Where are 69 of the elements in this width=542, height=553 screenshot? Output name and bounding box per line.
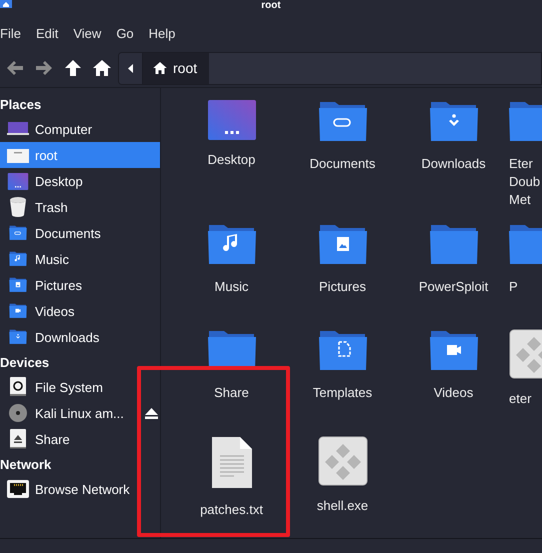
window-title: root (261, 0, 281, 11)
home-icon (92, 60, 110, 76)
disc-icon (9, 404, 27, 422)
menu-item[interactable]: Help (148, 26, 182, 40)
file-name: Documents (310, 155, 376, 173)
download-folder-icon (430, 100, 478, 144)
music-folder-icon (7, 251, 29, 267)
file-name: Templates (312, 384, 372, 402)
paperclip-folder-icon (7, 225, 29, 241)
download-folder-icon (7, 329, 29, 345)
menu-item[interactable]: View (73, 26, 108, 40)
home-icon (153, 62, 167, 74)
file-name: Pictures (319, 278, 366, 296)
network-port-icon (7, 480, 29, 498)
caret-left-icon (128, 64, 133, 72)
eject-icon[interactable] (145, 408, 158, 419)
sidebar-heading: Places (0, 96, 42, 114)
left-arrow-icon (6, 61, 22, 75)
folder-icon (430, 222, 478, 266)
path-back-button[interactable] (119, 52, 143, 84)
picture-folder-icon (7, 277, 29, 293)
file-name: eter (509, 390, 532, 408)
trash-icon (10, 197, 26, 217)
desktop-icon (208, 100, 256, 140)
picture-folder-icon (318, 222, 366, 266)
file-name: Downloads (421, 155, 486, 173)
sidebar-item[interactable]: Pictures (0, 272, 160, 298)
sidebar-item[interactable]: Computer (0, 116, 160, 142)
sidebar-heading: Devices (0, 354, 50, 372)
sidebar-item[interactable]: Trash (0, 194, 160, 220)
desktop-icon (7, 172, 29, 190)
sidebar-item[interactable]: Browse Network (0, 476, 160, 502)
file-name: P (509, 278, 518, 296)
home-folder-icon (0, 0, 12, 8)
menu-item[interactable]: File (0, 26, 28, 40)
sidebar-item[interactable]: File System (0, 374, 160, 400)
up-arrow-icon (64, 60, 80, 76)
file-name: patches.txt (200, 500, 263, 518)
sidebar-item[interactable]: Kali Linux am... (0, 400, 160, 426)
executable-icon (318, 436, 368, 486)
file-name: Share (214, 384, 249, 402)
menu-item[interactable]: Edit (36, 26, 66, 40)
text-file-icon (210, 436, 254, 490)
drawer-icon (7, 147, 29, 163)
file-name: Desktop (208, 151, 256, 169)
laptop-icon (7, 122, 29, 136)
sidebar-item[interactable]: root (0, 142, 160, 168)
camera-folder-icon (7, 303, 29, 319)
sidebar-item[interactable]: Desktop (0, 168, 160, 194)
file-name: Music (214, 278, 248, 296)
menu-item[interactable]: Go (116, 26, 141, 40)
sidebar-item[interactable]: Documents (0, 220, 160, 246)
sidebar-item[interactable]: Downloads (0, 324, 160, 350)
right-arrow-icon (36, 61, 52, 75)
file-name: shell.exe (316, 496, 368, 514)
file-name: Eter Doub Met (509, 155, 540, 209)
eject-drive-icon (9, 429, 27, 449)
music-folder-icon (208, 222, 256, 266)
file-name: PowerSploit (418, 278, 488, 296)
file-name: Videos (434, 384, 474, 402)
sidebar-item[interactable]: Music (0, 246, 160, 272)
drive-icon (9, 377, 27, 397)
path-crumb[interactable]: root (143, 52, 210, 84)
template-folder-icon (318, 329, 366, 373)
sidebar-heading: Network (0, 456, 52, 474)
paperclip-folder-icon (318, 100, 366, 144)
sidebar-item[interactable]: Videos (0, 298, 160, 324)
sidebar-item[interactable]: Share (0, 426, 160, 452)
camera-folder-icon (430, 329, 478, 373)
